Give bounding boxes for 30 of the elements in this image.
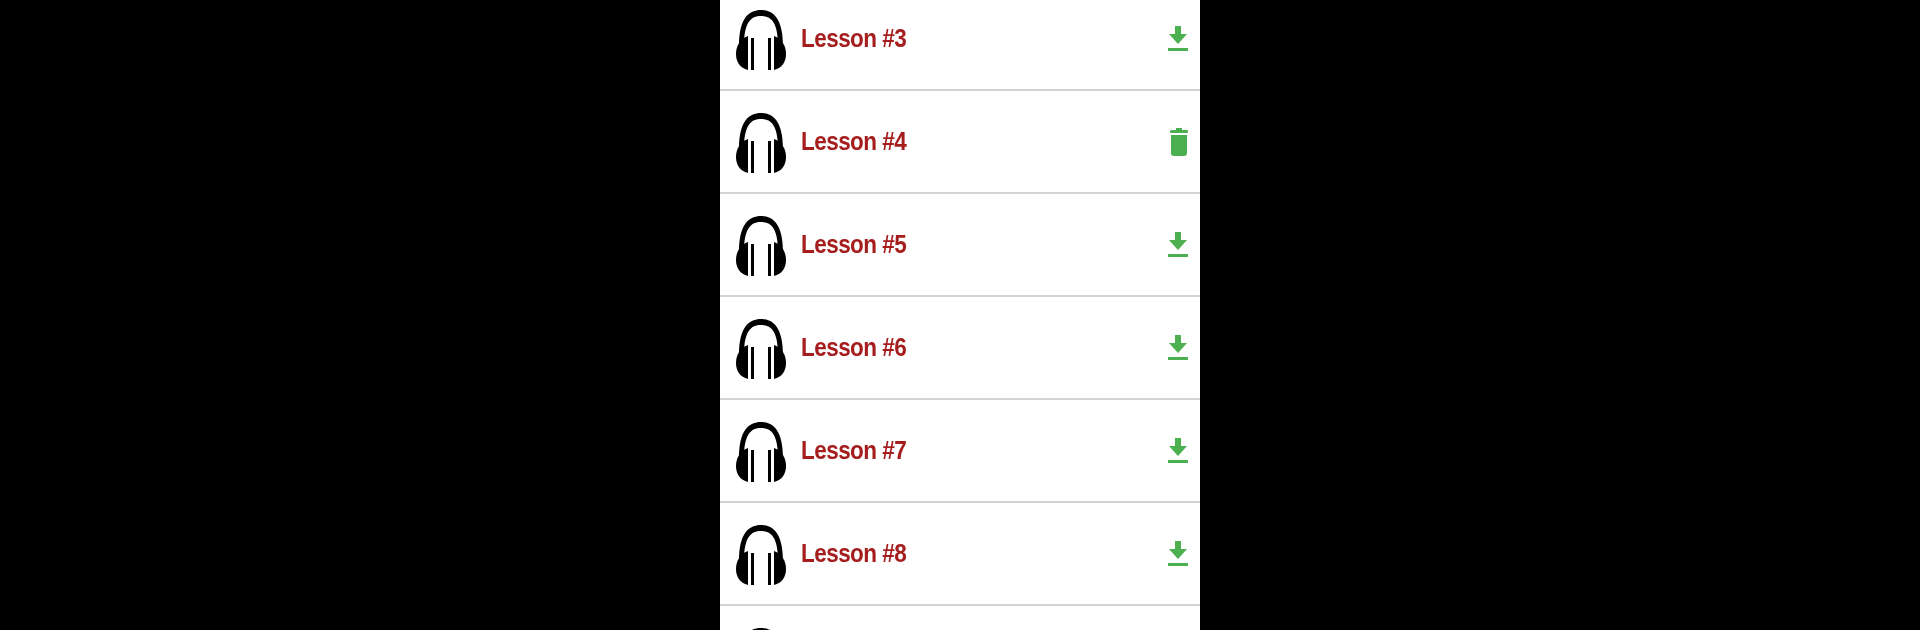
lesson-title: Lesson #8 — [801, 539, 908, 568]
lesson-title: Lesson #3 — [801, 24, 908, 53]
delete-button[interactable] — [1170, 127, 1188, 156]
download-icon — [1168, 437, 1188, 464]
download-icon — [1168, 334, 1188, 361]
lesson-title: Lesson #7 — [801, 436, 908, 465]
download-icon — [1168, 231, 1188, 258]
lesson-row[interactable]: Lesson #4 — [720, 91, 1200, 194]
trash-icon — [1170, 127, 1188, 156]
lesson-row[interactable]: Lesson #7 — [720, 400, 1200, 503]
download-button[interactable] — [1168, 25, 1188, 52]
download-button[interactable] — [1168, 231, 1188, 258]
lesson-title: Lesson #4 — [801, 127, 908, 156]
download-icon — [1168, 25, 1188, 52]
lesson-row[interactable]: Lesson #3 — [720, 0, 1200, 91]
headphones-icon — [735, 110, 787, 173]
download-button[interactable] — [1168, 540, 1188, 567]
headphones-icon — [735, 316, 787, 379]
headphones-icon — [735, 7, 787, 70]
lesson-row[interactable]: Lesson #6 — [720, 297, 1200, 400]
download-icon — [1168, 540, 1188, 567]
headphones-icon — [735, 522, 787, 585]
lesson-row[interactable]: Lesson #8 — [720, 503, 1200, 606]
headphones-icon — [735, 213, 787, 276]
download-button[interactable] — [1168, 334, 1188, 361]
headphones-icon — [735, 419, 787, 482]
lesson-title: Lesson #5 — [801, 230, 908, 259]
lesson-title: Lesson #6 — [801, 333, 908, 362]
download-button[interactable] — [1168, 437, 1188, 464]
lesson-row[interactable]: Lesson #5 — [720, 194, 1200, 297]
